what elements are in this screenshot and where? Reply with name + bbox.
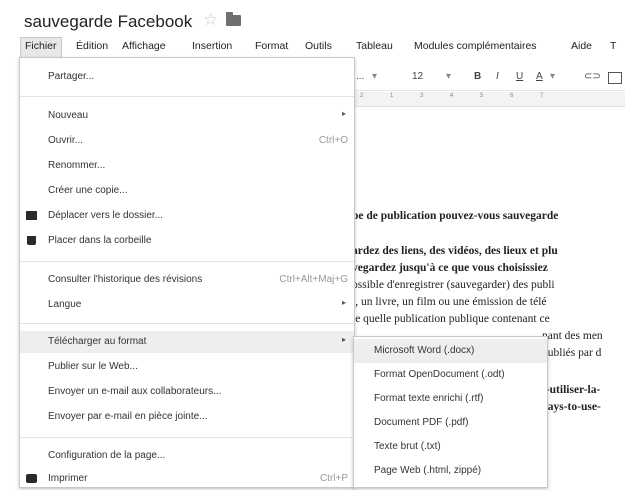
menu-item-open[interactable]: Ouvrir... Ctrl+O xyxy=(20,130,354,152)
ruler-tick: 2 xyxy=(360,93,364,99)
folder-icon[interactable] xyxy=(226,12,241,26)
menu-item-page-setup[interactable]: Configuration de la page... xyxy=(20,445,354,467)
menu-separator xyxy=(20,261,354,262)
document-line: ardez des liens, des vidéos, des lieux e… xyxy=(352,245,558,257)
ruler-tick: 7 xyxy=(540,93,544,99)
font-size-dropdown[interactable]: 12 xyxy=(412,71,423,82)
ruler-tick: 5 xyxy=(480,93,484,99)
bold-button[interactable]: B xyxy=(474,71,481,82)
ruler-tick: 6 xyxy=(510,93,514,99)
menu-item-rename[interactable]: Renommer... xyxy=(20,155,354,177)
toolbar: ... ▾ 12 ▾ B I U A ▾ ⊂⊃ xyxy=(350,64,625,91)
italic-button[interactable]: I xyxy=(496,71,499,82)
menu-fichier[interactable]: Fichier xyxy=(20,37,62,57)
ruler-tick: 3 xyxy=(420,93,424,99)
menu-tableau[interactable]: Tableau xyxy=(356,40,393,52)
menu-item-email-attachment[interactable]: Envoyer par e-mail en pièce jointe... xyxy=(20,406,354,428)
menu-affichage[interactable]: Affichage xyxy=(122,40,166,52)
document-line: nant des men xyxy=(542,330,603,342)
menu-aide[interactable]: Aide xyxy=(571,40,592,52)
document-line: t, un livre, un film ou une émission de … xyxy=(352,296,547,308)
document-line: pe de publication pouvez-vous sauvegarde xyxy=(352,210,559,222)
document-title[interactable]: sauvegarde Facebook xyxy=(24,12,192,32)
menu-separator xyxy=(20,96,354,97)
ruler: 2 1 3 4 5 6 7 xyxy=(350,92,625,107)
menu-separator xyxy=(20,437,354,438)
menu-item-print[interactable]: Imprimer Ctrl+P xyxy=(20,468,354,490)
menu-outils[interactable]: Outils xyxy=(305,40,332,52)
download-rtf[interactable]: Format texte enrichi (.rtf) xyxy=(354,387,547,411)
text-color-button[interactable]: A xyxy=(536,71,543,82)
menu-separator xyxy=(20,323,354,324)
menu-format[interactable]: Format xyxy=(255,40,288,52)
star-icon[interactable]: ☆ xyxy=(203,10,218,30)
image-icon[interactable] xyxy=(608,72,622,84)
menu-modules[interactable]: Modules complémentaires xyxy=(414,40,537,52)
printer-icon xyxy=(26,474,37,483)
chevron-down-icon[interactable]: ▾ xyxy=(446,71,451,82)
submenu-arrow-icon: ▸ xyxy=(341,109,346,118)
menu-insertion[interactable]: Insertion xyxy=(192,40,232,52)
download-submenu: Microsoft Word (.docx) Format OpenDocume… xyxy=(353,336,548,488)
menu-item-trash[interactable]: Placer dans la corbeille xyxy=(20,230,354,252)
ruler-tick: 4 xyxy=(450,93,454,99)
document-line: publiés par d xyxy=(542,347,602,359)
submenu-arrow-icon: ▸ xyxy=(341,298,346,307)
menu-item-copy[interactable]: Créer une copie... xyxy=(20,180,354,202)
document-line: ossible d'enregistrer (sauvegarder) des … xyxy=(352,279,555,291)
menu-bar: Fichier Édition Affichage Insertion Form… xyxy=(0,37,625,57)
document-line: vays-to-use- xyxy=(542,401,601,413)
document-line: t-utiliser-la- xyxy=(542,384,601,396)
download-docx[interactable]: Microsoft Word (.docx) xyxy=(354,339,547,363)
trash-icon xyxy=(27,236,36,245)
menu-item-language[interactable]: Langue ▸ xyxy=(20,294,354,316)
submenu-arrow-icon: ▸ xyxy=(341,335,346,344)
menu-edition[interactable]: Édition xyxy=(76,40,108,52)
menu-item-email-collaborators[interactable]: Envoyer un e-mail aux collaborateurs... xyxy=(20,381,354,403)
menu-partial[interactable]: T xyxy=(610,40,616,52)
document-line: te quelle publication publique contenant… xyxy=(352,313,550,325)
chevron-down-icon[interactable]: ▾ xyxy=(550,71,555,82)
download-html[interactable]: Page Web (.html, zippé) xyxy=(354,459,547,483)
folder-icon xyxy=(26,211,37,220)
download-odt[interactable]: Format OpenDocument (.odt) xyxy=(354,363,547,387)
ruler-tick: 1 xyxy=(390,93,394,99)
menu-item-share[interactable]: Partager... xyxy=(20,66,354,88)
file-menu: Partager... Nouveau ▸ Ouvrir... Ctrl+O Ren… xyxy=(19,57,355,488)
menu-item-move[interactable]: Déplacer vers le dossier... xyxy=(20,205,354,227)
title-bar: sauvegarde Facebook ☆ xyxy=(0,0,625,36)
download-txt[interactable]: Texte brut (.txt) xyxy=(354,435,547,459)
menu-item-download[interactable]: Télécharger au format ▸ xyxy=(20,331,354,353)
underline-button[interactable]: U xyxy=(516,71,523,82)
chevron-down-icon[interactable]: ▾ xyxy=(372,71,377,82)
menu-item-history[interactable]: Consulter l'historique des révisions Ctrl… xyxy=(20,269,354,291)
link-icon[interactable]: ⊂⊃ xyxy=(584,71,601,82)
download-pdf[interactable]: Document PDF (.pdf) xyxy=(354,411,547,435)
menu-item-publish[interactable]: Publier sur le Web... xyxy=(20,356,354,378)
menu-item-new[interactable]: Nouveau ▸ xyxy=(20,105,354,127)
document-line: vegardez jusqu'à ce que vous choisissiez xyxy=(352,262,548,274)
font-dropdown[interactable]: ... xyxy=(356,71,364,82)
